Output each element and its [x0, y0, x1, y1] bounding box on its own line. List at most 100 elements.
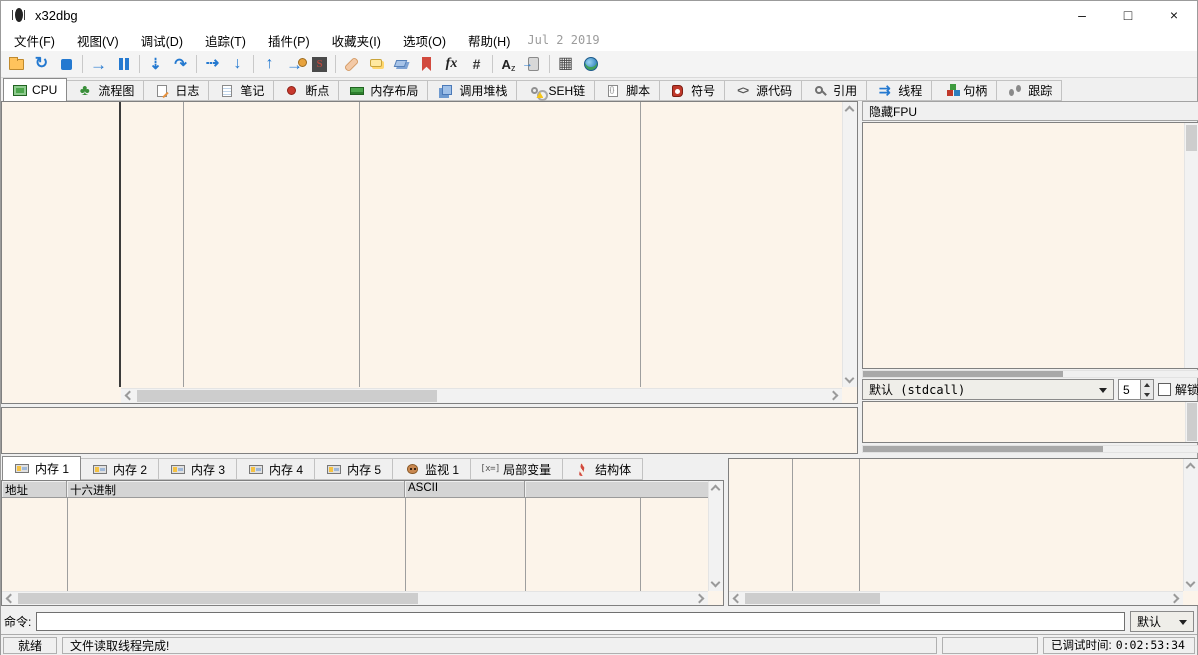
step-into-button[interactable]	[143, 53, 168, 76]
step-over-button[interactable]	[168, 53, 193, 76]
system-breakpoint-button[interactable]: S	[307, 53, 332, 76]
tab-call-stack[interactable]: 调用堆栈	[428, 80, 517, 101]
arguments-pane[interactable]	[862, 401, 1198, 443]
assemble-button[interactable]	[496, 53, 521, 76]
tab-dump-1[interactable]: 内存 1	[2, 456, 81, 480]
source-lines-button[interactable]	[464, 53, 489, 76]
tab-dump-5[interactable]: 内存 5	[315, 458, 393, 480]
tab-seh[interactable]: SEH链	[517, 80, 595, 101]
disassembly-horizontal-scrollbar[interactable]	[121, 388, 842, 403]
tab-handles[interactable]: 句柄	[932, 80, 997, 101]
tab-locals[interactable]: 局部变量	[471, 458, 563, 480]
argument-count-spinner[interactable]: 5	[1118, 379, 1154, 400]
column-header-ascii[interactable]: ASCII	[405, 481, 525, 497]
run-to-user-code-button[interactable]	[282, 53, 307, 76]
tab-cpu[interactable]: CPU	[3, 78, 67, 101]
column-header-address[interactable]: 地址	[2, 481, 67, 497]
registers-pane[interactable]	[862, 122, 1198, 369]
close-button[interactable]: ×	[1151, 1, 1197, 29]
scroll-left-icon[interactable]	[733, 594, 743, 604]
scroll-right-icon[interactable]	[695, 594, 705, 604]
calling-convention-dropdown[interactable]: 默认 (stdcall)	[862, 379, 1114, 400]
tab-source[interactable]: 源代码	[725, 80, 802, 101]
column-header-hex[interactable]: 十六进制	[67, 481, 405, 497]
patches-button[interactable]	[339, 53, 364, 76]
scroll-right-icon[interactable]	[829, 391, 839, 401]
menu-trace[interactable]: 追踪(T)	[194, 29, 257, 51]
scrollbar-thumb[interactable]	[18, 593, 418, 604]
calculator-button[interactable]	[553, 53, 578, 76]
registers-horizontal-scrollbar[interactable]	[862, 370, 1198, 378]
scrollbar-thumb[interactable]	[863, 446, 1103, 452]
functions-button[interactable]	[439, 53, 464, 76]
bookmarks-button[interactable]	[414, 53, 439, 76]
run-button[interactable]	[86, 53, 111, 76]
column-header-blank[interactable]	[525, 481, 708, 497]
tab-memory-map[interactable]: 内存布局	[339, 80, 428, 101]
tab-references[interactable]: 引用	[802, 80, 867, 101]
dump-vertical-scrollbar[interactable]	[708, 481, 723, 591]
disassembly-vertical-scrollbar[interactable]	[842, 102, 857, 387]
tab-trace[interactable]: 跟踪	[997, 80, 1062, 101]
scroll-left-icon[interactable]	[125, 391, 135, 401]
dump-horizontal-scrollbar[interactable]	[2, 591, 708, 605]
hide-fpu-button[interactable]: 隐藏FPU	[862, 101, 1198, 121]
tab-graph[interactable]: 流程图	[67, 80, 144, 101]
scroll-up-icon[interactable]	[1186, 463, 1196, 473]
tab-script[interactable]: 脚本	[595, 80, 660, 101]
menu-help[interactable]: 帮助(H)	[457, 29, 521, 51]
tab-struct[interactable]: 结构体	[563, 458, 643, 480]
command-input[interactable]	[36, 612, 1125, 631]
trace-over-button[interactable]	[225, 53, 250, 76]
menu-options[interactable]: 选项(O)	[392, 29, 457, 51]
tab-dump-3[interactable]: 内存 3	[159, 458, 237, 480]
trace-into-button[interactable]	[200, 53, 225, 76]
menu-favourites[interactable]: 收藏夹(I)	[321, 29, 392, 51]
tab-dump-2[interactable]: 内存 2	[81, 458, 159, 480]
menu-debug[interactable]: 调试(D)	[130, 29, 194, 51]
arguments-vertical-scrollbar[interactable]	[1185, 402, 1198, 442]
menu-file[interactable]: 文件(F)	[3, 29, 66, 51]
scrollbar-thumb[interactable]	[863, 371, 1063, 377]
open-file-button[interactable]	[4, 53, 29, 76]
comments-button[interactable]	[364, 53, 389, 76]
scroll-left-icon[interactable]	[6, 594, 16, 604]
stack-pane[interactable]	[728, 458, 1198, 606]
memory-dump-pane[interactable]: 地址 十六进制 ASCII	[1, 480, 724, 606]
unlock-checkbox[interactable]	[1158, 383, 1171, 396]
command-mode-dropdown[interactable]: 默认	[1130, 611, 1194, 632]
scrollbar-thumb[interactable]	[745, 593, 880, 604]
scrollbar-thumb[interactable]	[1187, 403, 1197, 441]
scroll-down-icon[interactable]	[845, 374, 855, 384]
tab-log[interactable]: 日志	[144, 80, 209, 101]
execute-till-return-button[interactable]	[257, 53, 282, 76]
scroll-up-icon[interactable]	[845, 106, 855, 116]
tab-dump-4[interactable]: 内存 4	[237, 458, 315, 480]
scroll-down-icon[interactable]	[1186, 578, 1196, 588]
scrollbar-thumb[interactable]	[137, 390, 437, 402]
registers-vertical-scrollbar[interactable]	[1184, 123, 1198, 368]
scrollbar-thumb[interactable]	[1186, 125, 1197, 151]
labels-button[interactable]	[389, 53, 414, 76]
pause-button[interactable]	[111, 53, 136, 76]
scroll-right-icon[interactable]	[1170, 594, 1180, 604]
spin-down-icon[interactable]	[1141, 390, 1153, 400]
menu-view[interactable]: 视图(V)	[66, 29, 130, 51]
tab-threads[interactable]: 线程	[867, 80, 932, 101]
goto-button[interactable]	[521, 53, 546, 76]
tab-breakpoints[interactable]: 断点	[274, 80, 339, 101]
check-updates-button[interactable]	[578, 53, 603, 76]
scroll-down-icon[interactable]	[711, 578, 721, 588]
tab-symbols[interactable]: 符号	[660, 80, 725, 101]
stack-horizontal-scrollbar[interactable]	[729, 591, 1183, 605]
tab-watch-1[interactable]: 监视 1	[393, 458, 471, 480]
spin-up-icon[interactable]	[1141, 380, 1153, 390]
maximize-button[interactable]: □	[1105, 1, 1151, 29]
minimize-button[interactable]: –	[1059, 1, 1105, 29]
restart-button[interactable]	[29, 53, 54, 76]
close-debuggee-button[interactable]	[54, 53, 79, 76]
menu-plugins[interactable]: 插件(P)	[257, 29, 321, 51]
stack-vertical-scrollbar[interactable]	[1183, 459, 1198, 591]
disassembly-pane[interactable]	[1, 101, 858, 404]
tab-notes[interactable]: 笔记	[209, 80, 274, 101]
